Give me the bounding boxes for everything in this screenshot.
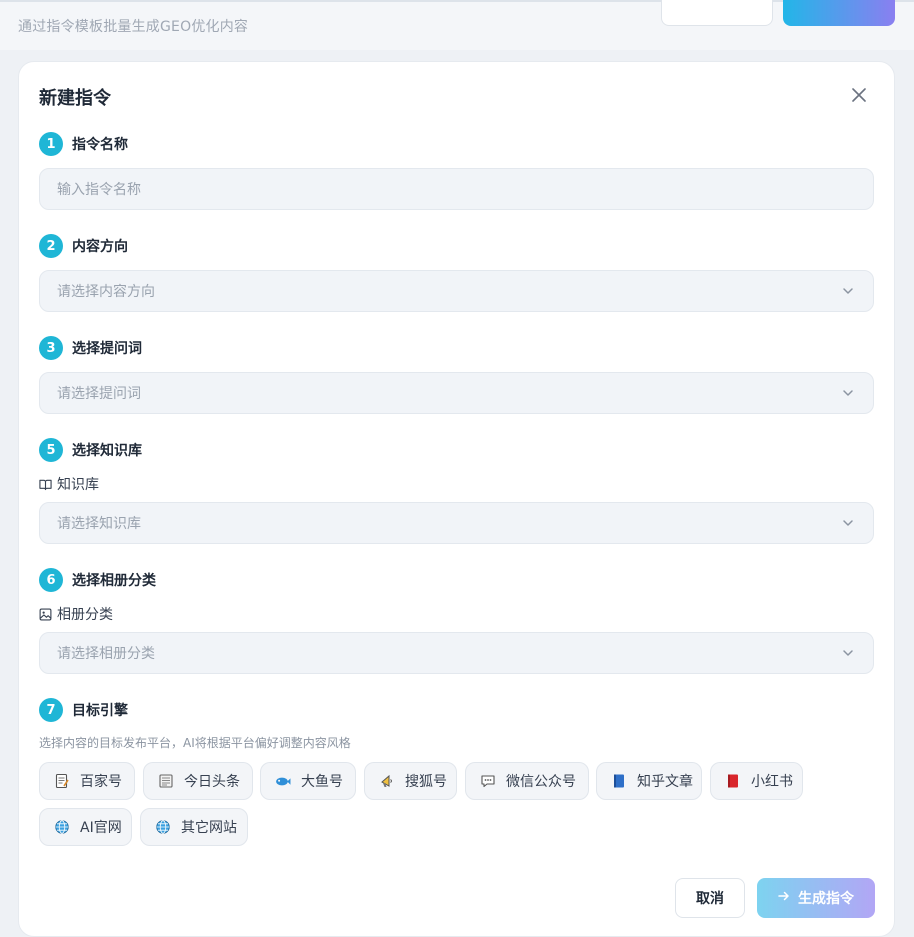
image-icon — [39, 608, 52, 620]
step-select-question: 3 选择提问词 — [39, 336, 142, 360]
platform-chip-other-website[interactable]: 其它网站 — [140, 808, 248, 846]
generate-label: 生成指令 — [798, 891, 854, 907]
cancel-button[interactable]: 取消 — [675, 878, 745, 918]
top-divider — [0, 0, 914, 2]
chip-label: 微信公众号 — [506, 774, 576, 790]
platform-chip-zhihu[interactable]: 知乎文章 — [596, 762, 702, 800]
new-instruction-modal: 新建指令 1 指令名称 输入指令名称 2 内容方向 请选择内容方向 3 选择提问… — [18, 61, 895, 937]
platform-chip-ai-website[interactable]: AI官网 — [39, 808, 132, 846]
chevron-down-icon — [843, 520, 853, 526]
chevron-down-icon — [843, 390, 853, 396]
step-label: 选择相册分类 — [72, 573, 156, 589]
open-book-icon — [39, 479, 52, 490]
chip-label: AI官网 — [80, 820, 122, 836]
template-button[interactable] — [661, 0, 773, 26]
knowledge-base-select[interactable]: 请选择知识库 — [39, 502, 874, 544]
chevron-down-icon — [843, 650, 853, 656]
select-placeholder: 请选择知识库 — [57, 516, 141, 532]
step-album-category: 6 选择相册分类 — [39, 568, 156, 592]
step-number: 7 — [39, 698, 63, 722]
platform-chip-dayuhao[interactable]: 大鱼号 — [260, 762, 356, 800]
select-placeholder: 请选择提问词 — [57, 386, 141, 402]
platform-chip-baijiahao[interactable]: 百家号 — [39, 762, 135, 800]
album-category-label: 相册分类 — [39, 604, 113, 624]
question-select[interactable]: 请选择提问词 — [39, 372, 874, 414]
step-label: 指令名称 — [72, 137, 128, 153]
sub-label-text: 知识库 — [57, 477, 99, 493]
content-direction-select[interactable]: 请选择内容方向 — [39, 270, 874, 312]
step-label: 目标引擎 — [72, 703, 128, 719]
newspaper-icon — [157, 773, 174, 790]
memo-icon — [53, 773, 70, 790]
chip-label: 知乎文章 — [637, 774, 693, 790]
step-number: 5 — [39, 438, 63, 462]
chip-label: 其它网站 — [181, 820, 237, 836]
chip-label: 大鱼号 — [301, 774, 343, 790]
step-label: 内容方向 — [72, 239, 128, 255]
blue-book-icon — [610, 773, 627, 790]
step-number: 6 — [39, 568, 63, 592]
chip-label: 百家号 — [80, 774, 122, 790]
instruction-name-input[interactable]: 输入指令名称 — [39, 168, 874, 210]
step-label: 选择知识库 — [72, 443, 142, 459]
platform-chip-toutiao[interactable]: 今日头条 — [143, 762, 253, 800]
chip-label: 小红书 — [751, 774, 793, 790]
chip-label: 今日头条 — [184, 774, 240, 790]
platform-chip-xiaohongshu[interactable]: 小红书 — [710, 762, 803, 800]
input-placeholder: 输入指令名称 — [57, 182, 141, 198]
step-knowledge-base: 5 选择知识库 — [39, 438, 142, 462]
page-header: 通过指令模板批量生成GEO优化内容 — [0, 0, 914, 50]
close-icon[interactable] — [849, 86, 869, 106]
select-placeholder: 请选择内容方向 — [57, 284, 155, 300]
chat-bubble-icon — [479, 773, 496, 790]
page-subtitle: 通过指令模板批量生成GEO优化内容 — [18, 19, 249, 35]
sub-label-text: 相册分类 — [57, 607, 113, 623]
step-label: 选择提问词 — [72, 341, 142, 357]
chip-label: 搜狐号 — [405, 774, 447, 790]
album-category-select[interactable]: 请选择相册分类 — [39, 632, 874, 674]
fish-icon — [274, 773, 291, 790]
target-engine-hint: 选择内容的目标发布平台，AI将根据平台偏好调整内容风格 — [39, 736, 351, 750]
globe-icon — [154, 819, 171, 836]
step-target-engine: 7 目标引擎 — [39, 698, 128, 722]
new-instruction-button[interactable] — [783, 0, 895, 26]
generate-instruction-button[interactable]: 生成指令 — [757, 878, 875, 918]
chevron-down-icon — [843, 288, 853, 294]
platform-chip-sohuhao[interactable]: 搜狐号 — [364, 762, 457, 800]
step-content-direction: 2 内容方向 — [39, 234, 128, 258]
step-instruction-name: 1 指令名称 — [39, 132, 128, 156]
modal-title: 新建指令 — [39, 88, 111, 109]
arrow-right-icon — [778, 890, 790, 906]
step-number: 3 — [39, 336, 63, 360]
knowledge-base-label: 知识库 — [39, 474, 99, 494]
red-book-icon — [724, 773, 741, 790]
platform-chip-wechat[interactable]: 微信公众号 — [465, 762, 589, 800]
globe-icon — [53, 819, 70, 836]
loudspeaker-icon — [378, 773, 395, 790]
step-number: 2 — [39, 234, 63, 258]
select-placeholder: 请选择相册分类 — [57, 646, 155, 662]
step-number: 1 — [39, 132, 63, 156]
